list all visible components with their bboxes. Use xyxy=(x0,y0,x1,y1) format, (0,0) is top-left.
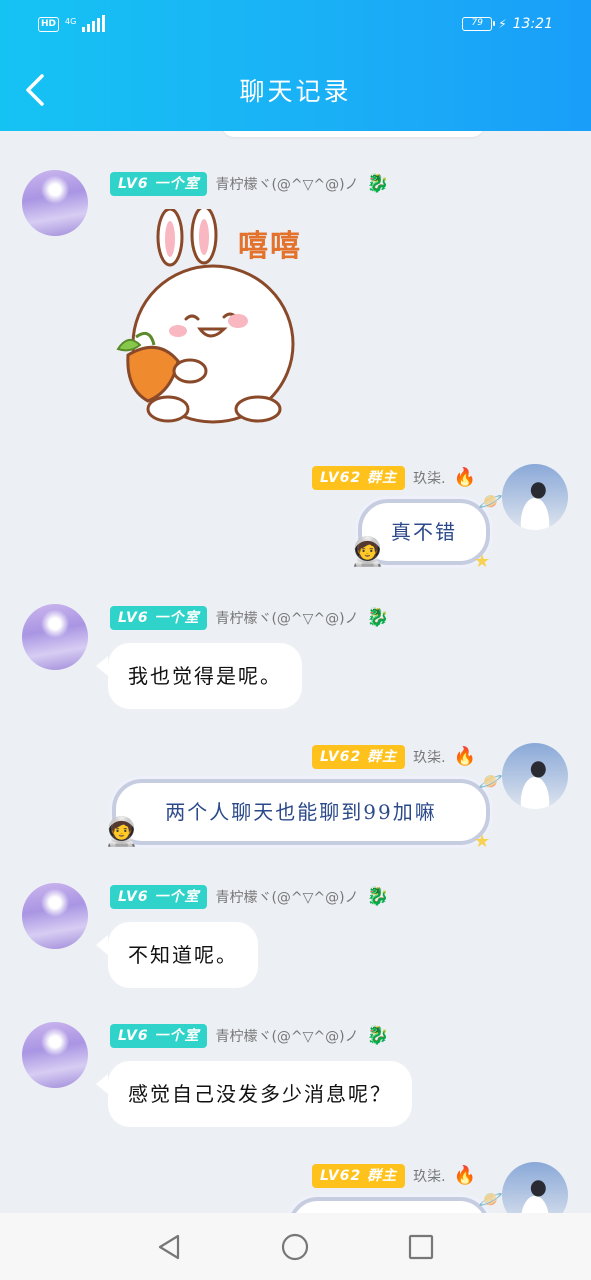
battery-level: 79 xyxy=(471,18,483,28)
sender-nickname: 青柠檬ヾ(@^▽^@)ノ xyxy=(215,890,359,906)
dragon-icon: 🐉 xyxy=(366,173,390,194)
status-bar: HD 4G 79 ⚡ 13:21 xyxy=(0,0,591,50)
system-nav-bar xyxy=(0,1213,591,1280)
avatar[interactable] xyxy=(502,743,568,809)
avatar[interactable] xyxy=(22,1022,88,1088)
sender-nickname: 玖柒. xyxy=(413,471,446,487)
star-icon: ★ xyxy=(474,831,491,852)
message-text: 真不错 xyxy=(391,520,457,544)
avatar[interactable] xyxy=(22,883,88,949)
message-bubble[interactable]: 我也觉得是呢。 xyxy=(108,643,302,709)
planet-icon: 🪐 xyxy=(478,1187,503,1211)
fire-icon: 🔥 xyxy=(453,467,476,488)
message-text: 我也觉得是呢。 xyxy=(128,664,282,688)
level-badge: LV6 一个室 xyxy=(110,885,208,909)
message-bubble[interactable] xyxy=(288,1197,490,1213)
status-right: 79 ⚡ 13:21 xyxy=(462,16,553,32)
sender-meta: LV6 一个室 青柠檬ヾ(@^▽^@)ノ 🐉 xyxy=(110,606,389,630)
hd-badge: HD xyxy=(38,17,60,32)
avatar[interactable] xyxy=(502,1162,568,1213)
dragon-icon: 🐉 xyxy=(366,886,390,907)
sender-meta: LV6 一个室 青柠檬ヾ(@^▽^@)ノ 🐉 xyxy=(110,1024,389,1048)
sender-meta: LV62 群主 玖柒. 🔥 xyxy=(311,466,476,490)
message-bubble[interactable]: 两个人聊天也能聊到99加嘛 xyxy=(112,779,490,845)
message-bubble[interactable]: 不知道呢。 xyxy=(108,922,258,988)
planet-icon: 🪐 xyxy=(478,769,503,793)
fire-icon: 🔥 xyxy=(453,1165,476,1186)
dragon-icon: 🐉 xyxy=(366,607,390,628)
previous-card-edge xyxy=(222,131,484,137)
nav-back-button[interactable] xyxy=(154,1232,184,1262)
sticker-caption: 嘻嘻 xyxy=(238,229,302,264)
planet-icon: 🪐 xyxy=(478,489,503,513)
level-badge: LV6 一个室 xyxy=(110,172,208,196)
bubble-tail xyxy=(96,656,108,676)
avatar[interactable] xyxy=(22,170,88,236)
nav-home-button[interactable] xyxy=(280,1232,310,1262)
message-bubble[interactable]: 感觉自己没发多少消息呢？ xyxy=(108,1061,412,1127)
recents-square-icon xyxy=(408,1234,434,1260)
sender-meta: LV62 群主 玖柒. 🔥 xyxy=(311,1164,476,1188)
clock: 13:21 xyxy=(512,16,553,32)
dragon-icon: 🐉 xyxy=(366,1025,390,1046)
level-badge: LV6 一个室 xyxy=(110,1024,208,1048)
bubble-tail xyxy=(96,1074,108,1094)
nav-recents-button[interactable] xyxy=(406,1232,436,1262)
charging-icon: ⚡ xyxy=(498,17,507,31)
status-left: HD 4G xyxy=(38,15,106,32)
avatar[interactable] xyxy=(502,464,568,530)
home-circle-icon xyxy=(281,1233,309,1261)
sender-meta: LV6 一个室 青柠檬ヾ(@^▽^@)ノ 🐉 xyxy=(110,172,389,196)
level-badge: LV62 群主 xyxy=(311,745,406,769)
level-badge: LV6 一个室 xyxy=(110,606,208,630)
sender-nickname: 玖柒. xyxy=(413,1169,446,1185)
avatar[interactable] xyxy=(22,604,88,670)
sender-meta: LV6 一个室 青柠檬ヾ(@^▽^@)ノ 🐉 xyxy=(110,885,389,909)
message-text: 感觉自己没发多少消息呢？ xyxy=(128,1082,392,1106)
astronaut-icon: 🧑‍🚀 xyxy=(104,815,139,848)
sender-nickname: 玖柒. xyxy=(413,750,446,766)
sender-nickname: 青柠檬ヾ(@^▽^@)ノ xyxy=(215,611,359,627)
bubble-tail xyxy=(96,935,108,955)
network-type: 4G xyxy=(65,17,77,26)
title-bar: HD 4G 79 ⚡ 13:21 聊天记录 xyxy=(0,0,591,131)
level-badge: LV62 群主 xyxy=(311,466,406,490)
sender-meta: LV62 群主 玖柒. 🔥 xyxy=(311,745,476,769)
chat-history[interactable]: LV6 一个室 青柠檬ヾ(@^▽^@)ノ 🐉 嘻嘻 LV62 群主 玖柒. 🔥 xyxy=(0,131,591,1213)
signal-icon xyxy=(82,15,106,32)
back-triangle-icon xyxy=(158,1234,180,1260)
message-text: 两个人聊天也能聊到99加嘛 xyxy=(165,800,437,824)
sender-nickname: 青柠檬ヾ(@^▽^@)ノ xyxy=(215,1029,359,1045)
level-badge: LV62 群主 xyxy=(311,1164,406,1188)
page-title: 聊天记录 xyxy=(239,77,352,106)
star-icon: ★ xyxy=(474,551,491,572)
battery-icon: 79 xyxy=(462,17,496,31)
astronaut-icon: 🧑‍🚀 xyxy=(350,535,385,568)
fire-icon: 🔥 xyxy=(453,746,476,767)
sender-nickname: 青柠檬ヾ(@^▽^@)ノ xyxy=(215,177,359,193)
message-text: 不知道呢。 xyxy=(128,943,238,967)
